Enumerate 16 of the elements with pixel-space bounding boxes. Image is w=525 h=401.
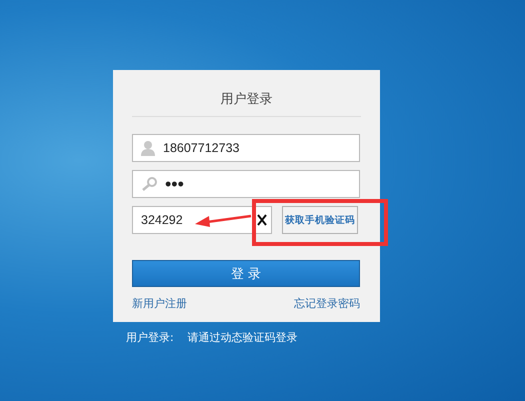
footer-label: 用户登录: [126,330,174,345]
username-field[interactable]: 18607712733 [132,134,360,162]
get-code-button[interactable]: 获取手机验证码 [282,206,358,234]
forgot-password-link[interactable]: 忘记登录密码 [294,296,360,311]
username-value: 18607712733 [163,141,240,155]
register-link[interactable]: 新用户注册 [132,296,187,311]
password-value: ••• [165,174,184,194]
code-value: 324292 [141,213,183,227]
footer-message: 请通过动态验证码登录 [188,330,298,345]
panel-title: 用户登录 [132,90,361,117]
login-button[interactable]: 登 录 [132,260,360,287]
user-icon [141,140,155,156]
key-icon [141,177,157,191]
clear-icon[interactable] [257,214,267,226]
password-field[interactable]: ••• [132,170,360,198]
code-field[interactable]: 324292 [132,206,272,234]
